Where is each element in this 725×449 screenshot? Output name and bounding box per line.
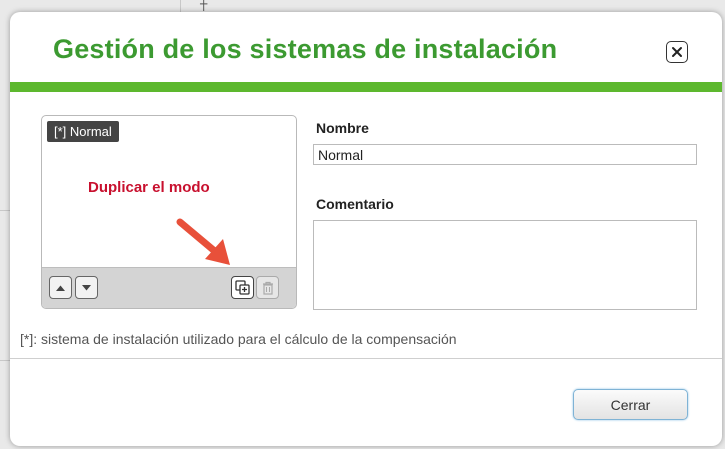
trash-icon bbox=[262, 281, 273, 295]
footnote-text: [*]: sistema de instalación utilizado pa… bbox=[20, 331, 457, 347]
move-down-button[interactable] bbox=[75, 276, 98, 299]
name-input[interactable] bbox=[313, 144, 697, 165]
cerrar-button[interactable]: Cerrar bbox=[573, 389, 688, 420]
footer-divider bbox=[10, 358, 722, 359]
dialog-title: Gestión de los sistemas de instalación bbox=[53, 34, 558, 64]
background-divider bbox=[180, 0, 181, 12]
background-divider bbox=[0, 360, 10, 361]
name-label: Nombre bbox=[316, 120, 369, 136]
duplicate-icon bbox=[235, 280, 250, 295]
delete-button[interactable] bbox=[256, 276, 279, 299]
comment-label: Comentario bbox=[316, 196, 394, 212]
arrow-up-icon bbox=[56, 285, 65, 291]
background-plus-icon: ┼ bbox=[200, 0, 208, 11]
close-icon bbox=[672, 47, 682, 57]
installation-systems-dialog: Gestión de los sistemas de instalación [… bbox=[10, 12, 722, 446]
duplicate-button[interactable] bbox=[231, 276, 254, 299]
background-divider bbox=[0, 210, 10, 211]
systems-list: [*] Normal bbox=[41, 115, 297, 309]
comment-textarea[interactable] bbox=[313, 220, 697, 310]
annotation-arrow-icon bbox=[176, 218, 230, 265]
list-toolbar bbox=[42, 267, 296, 308]
list-item-selected[interactable]: [*] Normal bbox=[47, 121, 119, 142]
move-up-button[interactable] bbox=[49, 276, 72, 299]
title-accent-bar bbox=[10, 82, 722, 92]
arrow-down-icon bbox=[82, 284, 91, 290]
close-dialog-button[interactable] bbox=[666, 41, 688, 63]
duplicate-annotation: Duplicar el modo bbox=[88, 179, 210, 196]
